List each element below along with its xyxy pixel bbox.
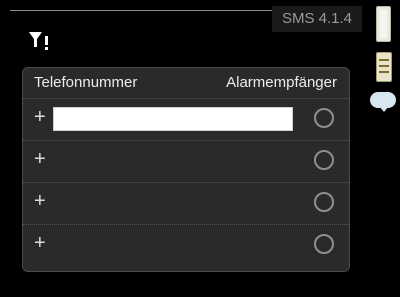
menu-id-label: SMS 4.1.4 [272,6,362,32]
alarm-recipient-radio[interactable] [314,234,334,254]
chat-bubble-icon[interactable] [370,92,396,112]
sms-settings-screen: SMS 4.1.4 Telefonnummer Alarmempfänger +… [0,0,400,297]
column-header-alarm: Alarmempfänger [226,74,337,91]
add-recipient-button[interactable]: + [34,191,46,211]
phone-number-input[interactable] [53,107,293,131]
scroll-indicator-icon[interactable] [376,6,391,42]
filter-alert-icon [29,32,48,50]
add-recipient-button[interactable]: + [34,233,46,253]
tool-icon[interactable] [376,52,392,82]
recipients-panel: Telefonnummer Alarmempfänger + + + + [22,67,350,272]
alarm-recipient-radio[interactable] [314,192,334,212]
recipient-row[interactable]: + [23,224,349,267]
alarm-recipient-radio[interactable] [314,150,334,170]
recipient-row[interactable]: + [23,182,349,225]
add-recipient-button[interactable]: + [34,107,46,127]
recipient-row[interactable]: + [23,98,349,141]
table-header: Telefonnummer Alarmempfänger [23,68,349,98]
alarm-recipient-radio[interactable] [314,108,334,128]
add-recipient-button[interactable]: + [34,149,46,169]
recipient-row[interactable]: + [23,140,349,183]
column-header-phone: Telefonnummer [34,74,138,91]
